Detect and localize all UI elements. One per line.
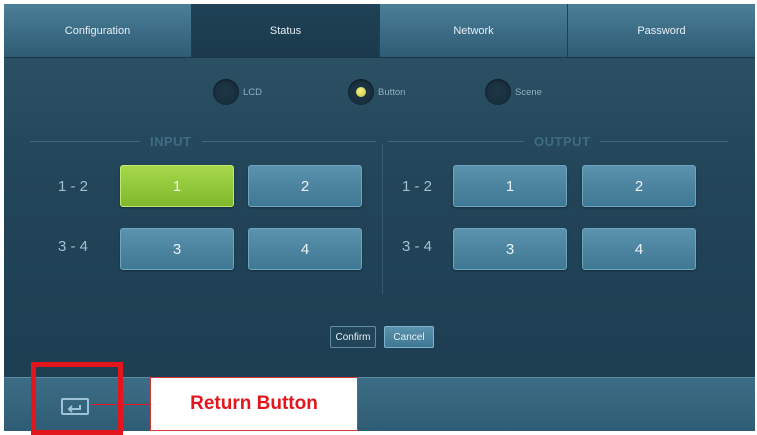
- output-1-button[interactable]: 1: [453, 165, 567, 207]
- mode-button[interactable]: Button: [348, 78, 405, 106]
- output-row-1-label: 1 - 2: [402, 178, 433, 195]
- tab-bar: Configuration Status Network Password: [4, 4, 755, 58]
- mode-scene-label: Scene: [515, 86, 542, 98]
- mode-lcd[interactable]: LCD: [213, 78, 262, 106]
- output-section-header: OUTPUT: [388, 132, 728, 150]
- output-title: OUTPUT: [534, 133, 591, 149]
- tab-configuration[interactable]: Configuration: [4, 4, 192, 58]
- annotation-label: Return Button: [150, 377, 358, 431]
- input-row-1-label: 1 - 2: [58, 178, 89, 195]
- mode-lcd-label: LCD: [243, 86, 263, 98]
- input-row-2-label: 3 - 4: [58, 238, 89, 255]
- input-4-button[interactable]: 4: [248, 228, 362, 270]
- output-4-button[interactable]: 4: [582, 228, 696, 270]
- output-3-button[interactable]: 3: [453, 228, 567, 270]
- section-divider: [382, 144, 383, 294]
- input-title: INPUT: [150, 133, 192, 149]
- input-2-button[interactable]: 2: [248, 165, 362, 207]
- button-radio[interactable]: [348, 79, 374, 105]
- tab-status[interactable]: Status: [192, 4, 380, 58]
- mode-scene[interactable]: Scene: [485, 78, 542, 106]
- mode-selector: LCD Button Scene: [4, 78, 755, 106]
- cancel-button[interactable]: Cancel: [384, 326, 434, 348]
- annotation-highlight-box: [31, 362, 123, 435]
- radio-selected-dot: [356, 87, 366, 97]
- tab-network[interactable]: Network: [380, 4, 568, 58]
- input-1-button[interactable]: 1: [120, 165, 234, 207]
- output-row-2-label: 3 - 4: [402, 238, 433, 255]
- input-section-header: INPUT: [30, 132, 376, 150]
- tab-password[interactable]: Password: [568, 4, 755, 58]
- lcd-radio[interactable]: [213, 79, 239, 105]
- confirm-button[interactable]: Confirm: [330, 326, 376, 348]
- output-2-button[interactable]: 2: [582, 165, 696, 207]
- annotation-pointer-line: [92, 404, 150, 405]
- mode-button-label: Button: [378, 86, 406, 98]
- input-3-button[interactable]: 3: [120, 228, 234, 270]
- scene-radio[interactable]: [485, 79, 511, 105]
